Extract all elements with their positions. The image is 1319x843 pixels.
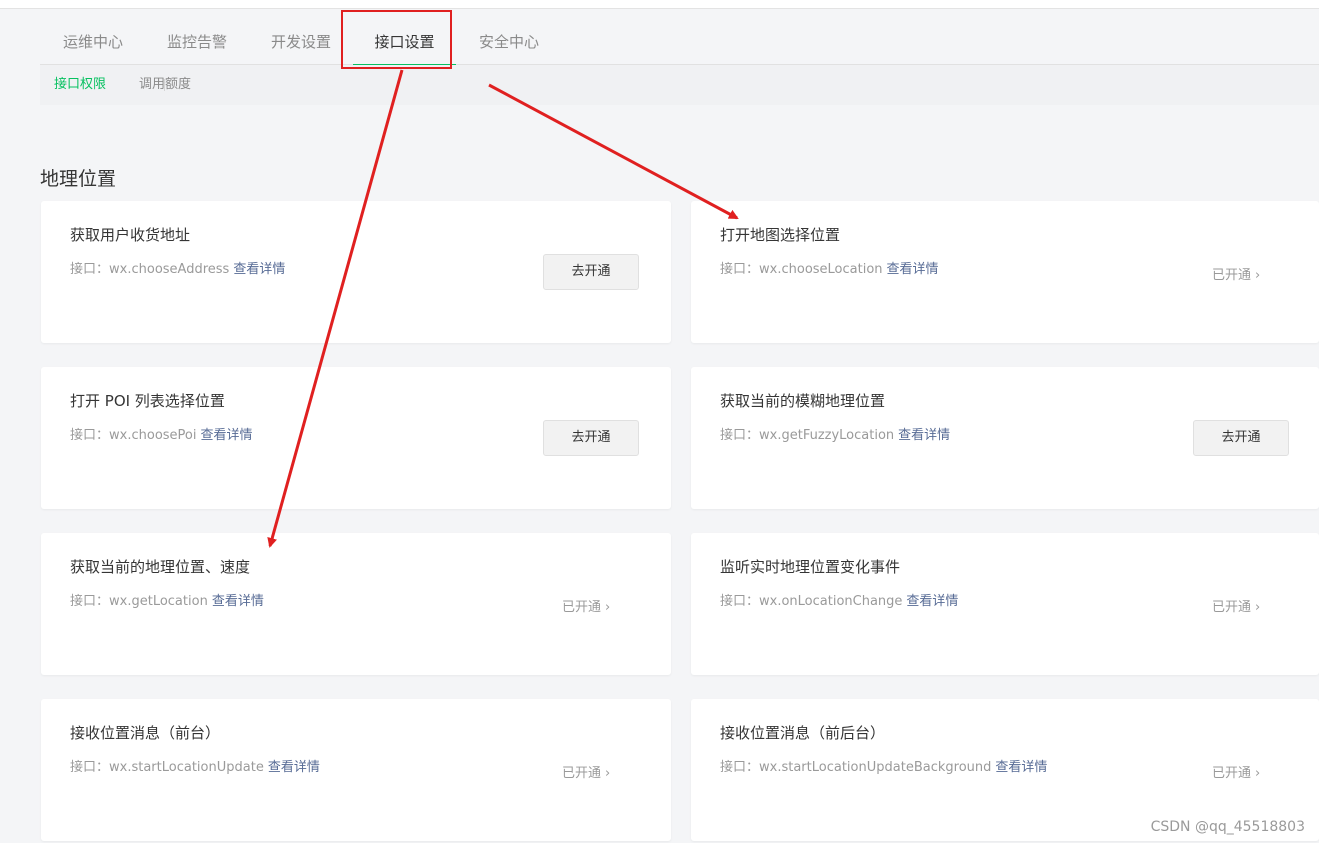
view-details-link[interactable]: 查看详情 (898, 428, 950, 443)
api-method: wx.chooseLocation (759, 262, 883, 277)
api-prefix: 接口： (720, 760, 760, 775)
chevron-right-icon: › (1255, 600, 1261, 615)
api-card-choose-poi: 打开 POI 列表选择位置 接口：wx.choosePoi 查看详情 去开通 (41, 367, 671, 509)
sub-tabs: 接口权限 调用额度 (40, 65, 1319, 105)
api-card-interface: 接口：wx.getLocation 查看详情 (70, 590, 264, 609)
api-card-interface: 接口：wx.onLocationChange 查看详情 (720, 590, 958, 609)
subtab-api-permissions[interactable]: 接口权限 (54, 65, 106, 105)
api-card-interface: 接口：wx.getFuzzyLocation 查看详情 (720, 424, 950, 443)
api-method: wx.onLocationChange (759, 594, 903, 609)
enable-button[interactable]: 去开通 (543, 254, 639, 290)
api-card-choose-address: 获取用户收货地址 接口：wx.chooseAddress 查看详情 去开通 (41, 201, 671, 343)
api-card-on-location-change: 监听实时地理位置变化事件 接口：wx.onLocationChange 查看详情 … (691, 533, 1319, 675)
api-prefix: 接口： (70, 262, 110, 277)
api-method: wx.chooseAddress (109, 262, 230, 277)
tab-monitor-alarm[interactable]: 监控告警 (164, 20, 230, 65)
api-card-title: 获取当前的地理位置、速度 (70, 558, 251, 576)
api-card-interface: 接口：wx.startLocationUpdateBackground 查看详情 (720, 756, 1047, 775)
view-details-link[interactable]: 查看详情 (233, 262, 285, 277)
api-card-choose-location: 打开地图选择位置 接口：wx.chooseLocation 查看详情 已开通 › (691, 201, 1319, 343)
opened-status[interactable]: 已开通 › (1212, 596, 1260, 615)
chevron-right-icon: › (605, 600, 611, 615)
chevron-right-icon: › (605, 766, 611, 781)
api-card-interface: 接口：wx.chooseAddress 查看详情 (70, 258, 285, 277)
api-card-title: 接收位置消息（前后台） (720, 724, 886, 742)
api-method: wx.getLocation (109, 594, 208, 609)
api-method: wx.startLocationUpdateBackground (759, 760, 992, 775)
api-card-interface: 接口：wx.choosePoi 查看详情 (70, 424, 253, 443)
opened-status[interactable]: 已开通 › (1212, 264, 1260, 283)
watermark: CSDN @qq_45518803 (1150, 819, 1305, 835)
api-method: wx.getFuzzyLocation (759, 428, 895, 443)
tab-api-settings-label: 接口设置 (374, 33, 435, 51)
api-prefix: 接口： (720, 428, 760, 443)
api-prefix: 接口： (70, 760, 110, 775)
view-details-link[interactable]: 查看详情 (995, 760, 1047, 775)
api-card-get-fuzzy-location: 获取当前的模糊地理位置 接口：wx.getFuzzyLocation 查看详情 去… (691, 367, 1319, 509)
chevron-right-icon: › (1255, 268, 1261, 283)
view-details-link[interactable]: 查看详情 (906, 594, 958, 609)
api-card-interface: 接口：wx.chooseLocation 查看详情 (720, 258, 939, 277)
opened-status-label: 已开通 (1212, 600, 1252, 615)
api-prefix: 接口： (70, 594, 110, 609)
opened-status[interactable]: 已开通 › (1212, 762, 1260, 781)
tab-dev-settings[interactable]: 开发设置 (268, 20, 334, 65)
api-card-title: 打开地图选择位置 (720, 226, 841, 244)
tab-security-center[interactable]: 安全中心 (476, 20, 542, 65)
view-details-link[interactable]: 查看详情 (200, 428, 252, 443)
chevron-right-icon: › (1255, 766, 1261, 781)
enable-button[interactable]: 去开通 (543, 420, 639, 456)
opened-status[interactable]: 已开通 › (562, 596, 610, 615)
api-method: wx.choosePoi (109, 428, 197, 443)
api-card-title: 获取当前的模糊地理位置 (720, 392, 886, 410)
opened-status[interactable]: 已开通 › (562, 762, 610, 781)
top-strip (0, 0, 1319, 9)
api-method: wx.startLocationUpdate (109, 760, 264, 775)
tab-api-settings[interactable]: 接口设置 (353, 20, 456, 66)
api-prefix: 接口： (720, 262, 760, 277)
opened-status-label: 已开通 (562, 766, 602, 781)
tab-ops-center[interactable]: 运维中心 (60, 20, 126, 65)
api-card-title: 接收位置消息（前台） (70, 724, 221, 742)
opened-status-label: 已开通 (1212, 766, 1252, 781)
api-card-title: 打开 POI 列表选择位置 (70, 392, 225, 410)
api-card-get-location: 获取当前的地理位置、速度 接口：wx.getLocation 查看详情 已开通 › (41, 533, 671, 675)
view-details-link[interactable]: 查看详情 (212, 594, 264, 609)
api-prefix: 接口： (70, 428, 110, 443)
subtab-call-quota[interactable]: 调用额度 (139, 65, 191, 105)
section-title: 地理位置 (40, 168, 117, 190)
view-details-link[interactable]: 查看详情 (268, 760, 320, 775)
api-prefix: 接口： (720, 594, 760, 609)
opened-status-label: 已开通 (1212, 268, 1252, 283)
api-card-title: 获取用户收货地址 (70, 226, 191, 244)
api-card-title: 监听实时地理位置变化事件 (720, 558, 901, 576)
opened-status-label: 已开通 (562, 600, 602, 615)
view-details-link[interactable]: 查看详情 (887, 262, 939, 277)
main-tabs: 运维中心 监控告警 开发设置 接口设置 安全中心 (40, 20, 1319, 66)
api-card-start-location-update: 接收位置消息（前台） 接口：wx.startLocationUpdate 查看详情… (41, 699, 671, 841)
enable-button[interactable]: 去开通 (1193, 420, 1289, 456)
api-card-interface: 接口：wx.startLocationUpdate 查看详情 (70, 756, 320, 775)
